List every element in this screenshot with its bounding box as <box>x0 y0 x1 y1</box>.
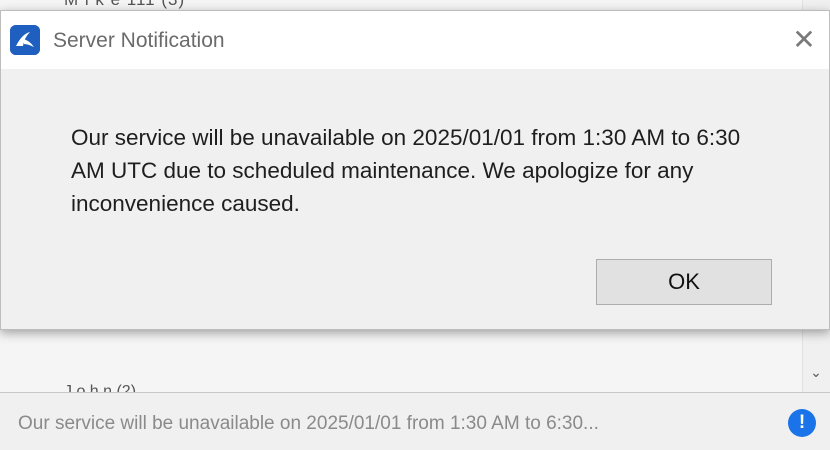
ok-button[interactable]: OK <box>596 259 772 305</box>
status-message: Our service will be unavailable on 2025/… <box>18 413 599 434</box>
info-icon[interactable]: ! <box>788 409 816 437</box>
close-icon[interactable]: ✕ <box>787 23 821 57</box>
server-notification-dialog: Server Notification ✕ Our service will b… <box>0 10 830 330</box>
status-bar: Our service will be unavailable on 2025/… <box>0 392 830 450</box>
dialog-message: Our service will be unavailable on 2025/… <box>71 125 741 216</box>
app-logo-icon <box>10 25 40 55</box>
screen: M i k e 111 (3) J o h n (2) ⌄ Our servic… <box>0 0 830 450</box>
chevron-down-icon[interactable]: ⌄ <box>808 364 824 380</box>
dialog-title: Server Notification <box>53 29 225 52</box>
background-list-item: M i k e 111 (3) <box>64 0 185 10</box>
dialog-titlebar[interactable]: Server Notification ✕ <box>1 11 829 69</box>
